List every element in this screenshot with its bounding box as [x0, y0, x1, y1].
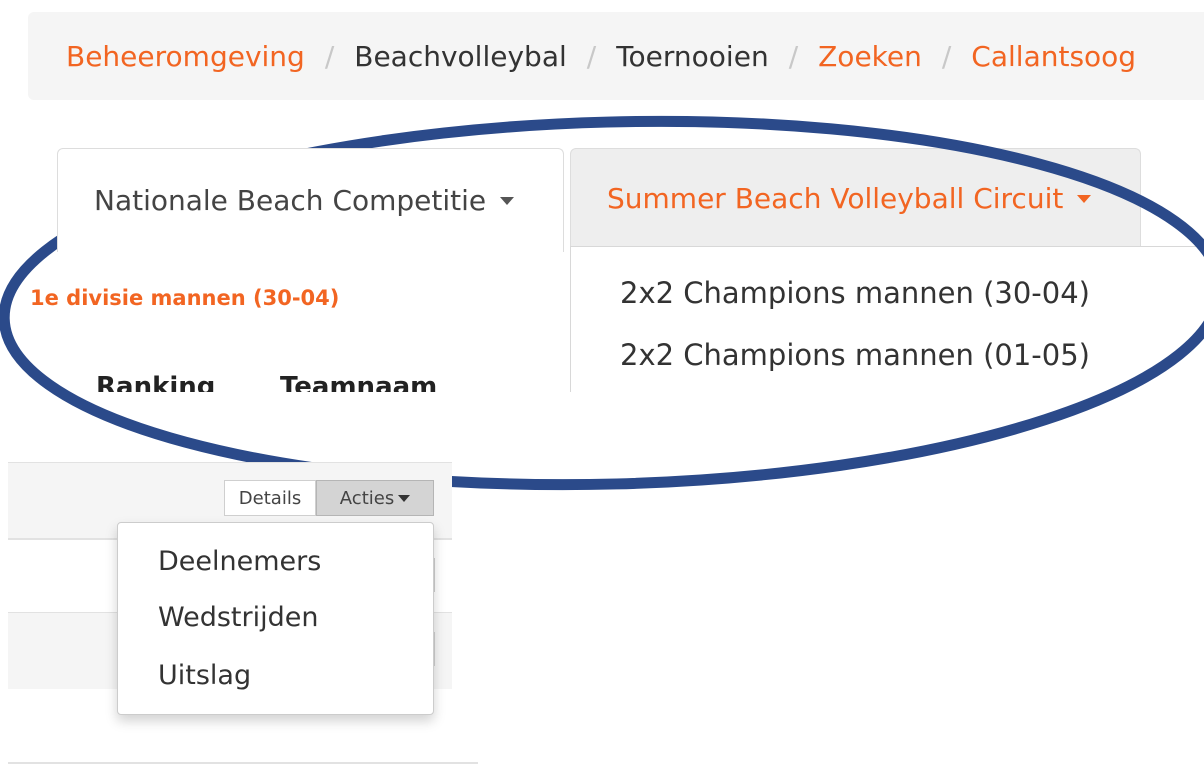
breadcrumb-separator: / [788, 39, 799, 73]
breadcrumb-separator: / [941, 39, 952, 73]
row-divider [8, 762, 478, 764]
column-header-ranking: Ranking [96, 372, 216, 392]
caret-down-icon [500, 196, 515, 205]
column-header-teamnaam: Teamnaam [280, 372, 438, 392]
menu-item-deelnemers[interactable]: Deelnemers [158, 546, 321, 577]
breadcrumb-item-toernooien: Toernooien [616, 39, 769, 73]
menu-item-uitslag[interactable]: Uitslag [158, 660, 251, 691]
breadcrumb-item-beachvolleybal: Beachvolleybal [354, 39, 567, 73]
table-header: Ranking Teamnaam [0, 360, 570, 392]
breadcrumb-separator: / [324, 39, 335, 73]
breadcrumb-separator: / [586, 39, 597, 73]
tab-summer-beach-volleyball-circuit[interactable]: Summer Beach Volleyball Circuit [570, 148, 1141, 248]
dropdown-item-champions-01-05[interactable]: 2x2 Champions mannen (01-05) [620, 338, 1090, 372]
tab-nationale-beach-competitie[interactable]: Nationale Beach Competitie [57, 148, 564, 252]
breadcrumb-link-beheeromgeving[interactable]: Beheeromgeving [66, 40, 305, 73]
acties-button-label: Acties [339, 487, 395, 509]
acties-dropdown-menu: Deelnemers Wedstrijden Uitslag [117, 522, 434, 715]
tab-label: Summer Beach Volleyball Circuit [607, 182, 1064, 215]
dropdown-item-champions-30-04[interactable]: 2x2 Champions mannen (30-04) [620, 276, 1090, 310]
tab-label: Nationale Beach Competitie [94, 184, 487, 217]
caret-down-icon [1077, 194, 1092, 203]
details-button[interactable]: Details [224, 480, 316, 516]
acties-dropdown-button[interactable]: Acties [316, 480, 434, 516]
division-title[interactable]: 1e divisie mannen (30-04) [30, 286, 339, 310]
menu-item-wedstrijden[interactable]: Wedstrijden [158, 602, 318, 633]
breadcrumb-link-zoeken[interactable]: Zoeken [818, 40, 922, 73]
breadcrumb: Beheeromgeving / Beachvolleybal / Toerno… [28, 12, 1204, 100]
breadcrumb-link-callantsoog[interactable]: Callantsoog [971, 40, 1136, 73]
details-button-label: Details [238, 487, 302, 509]
caret-down-icon [398, 494, 411, 502]
